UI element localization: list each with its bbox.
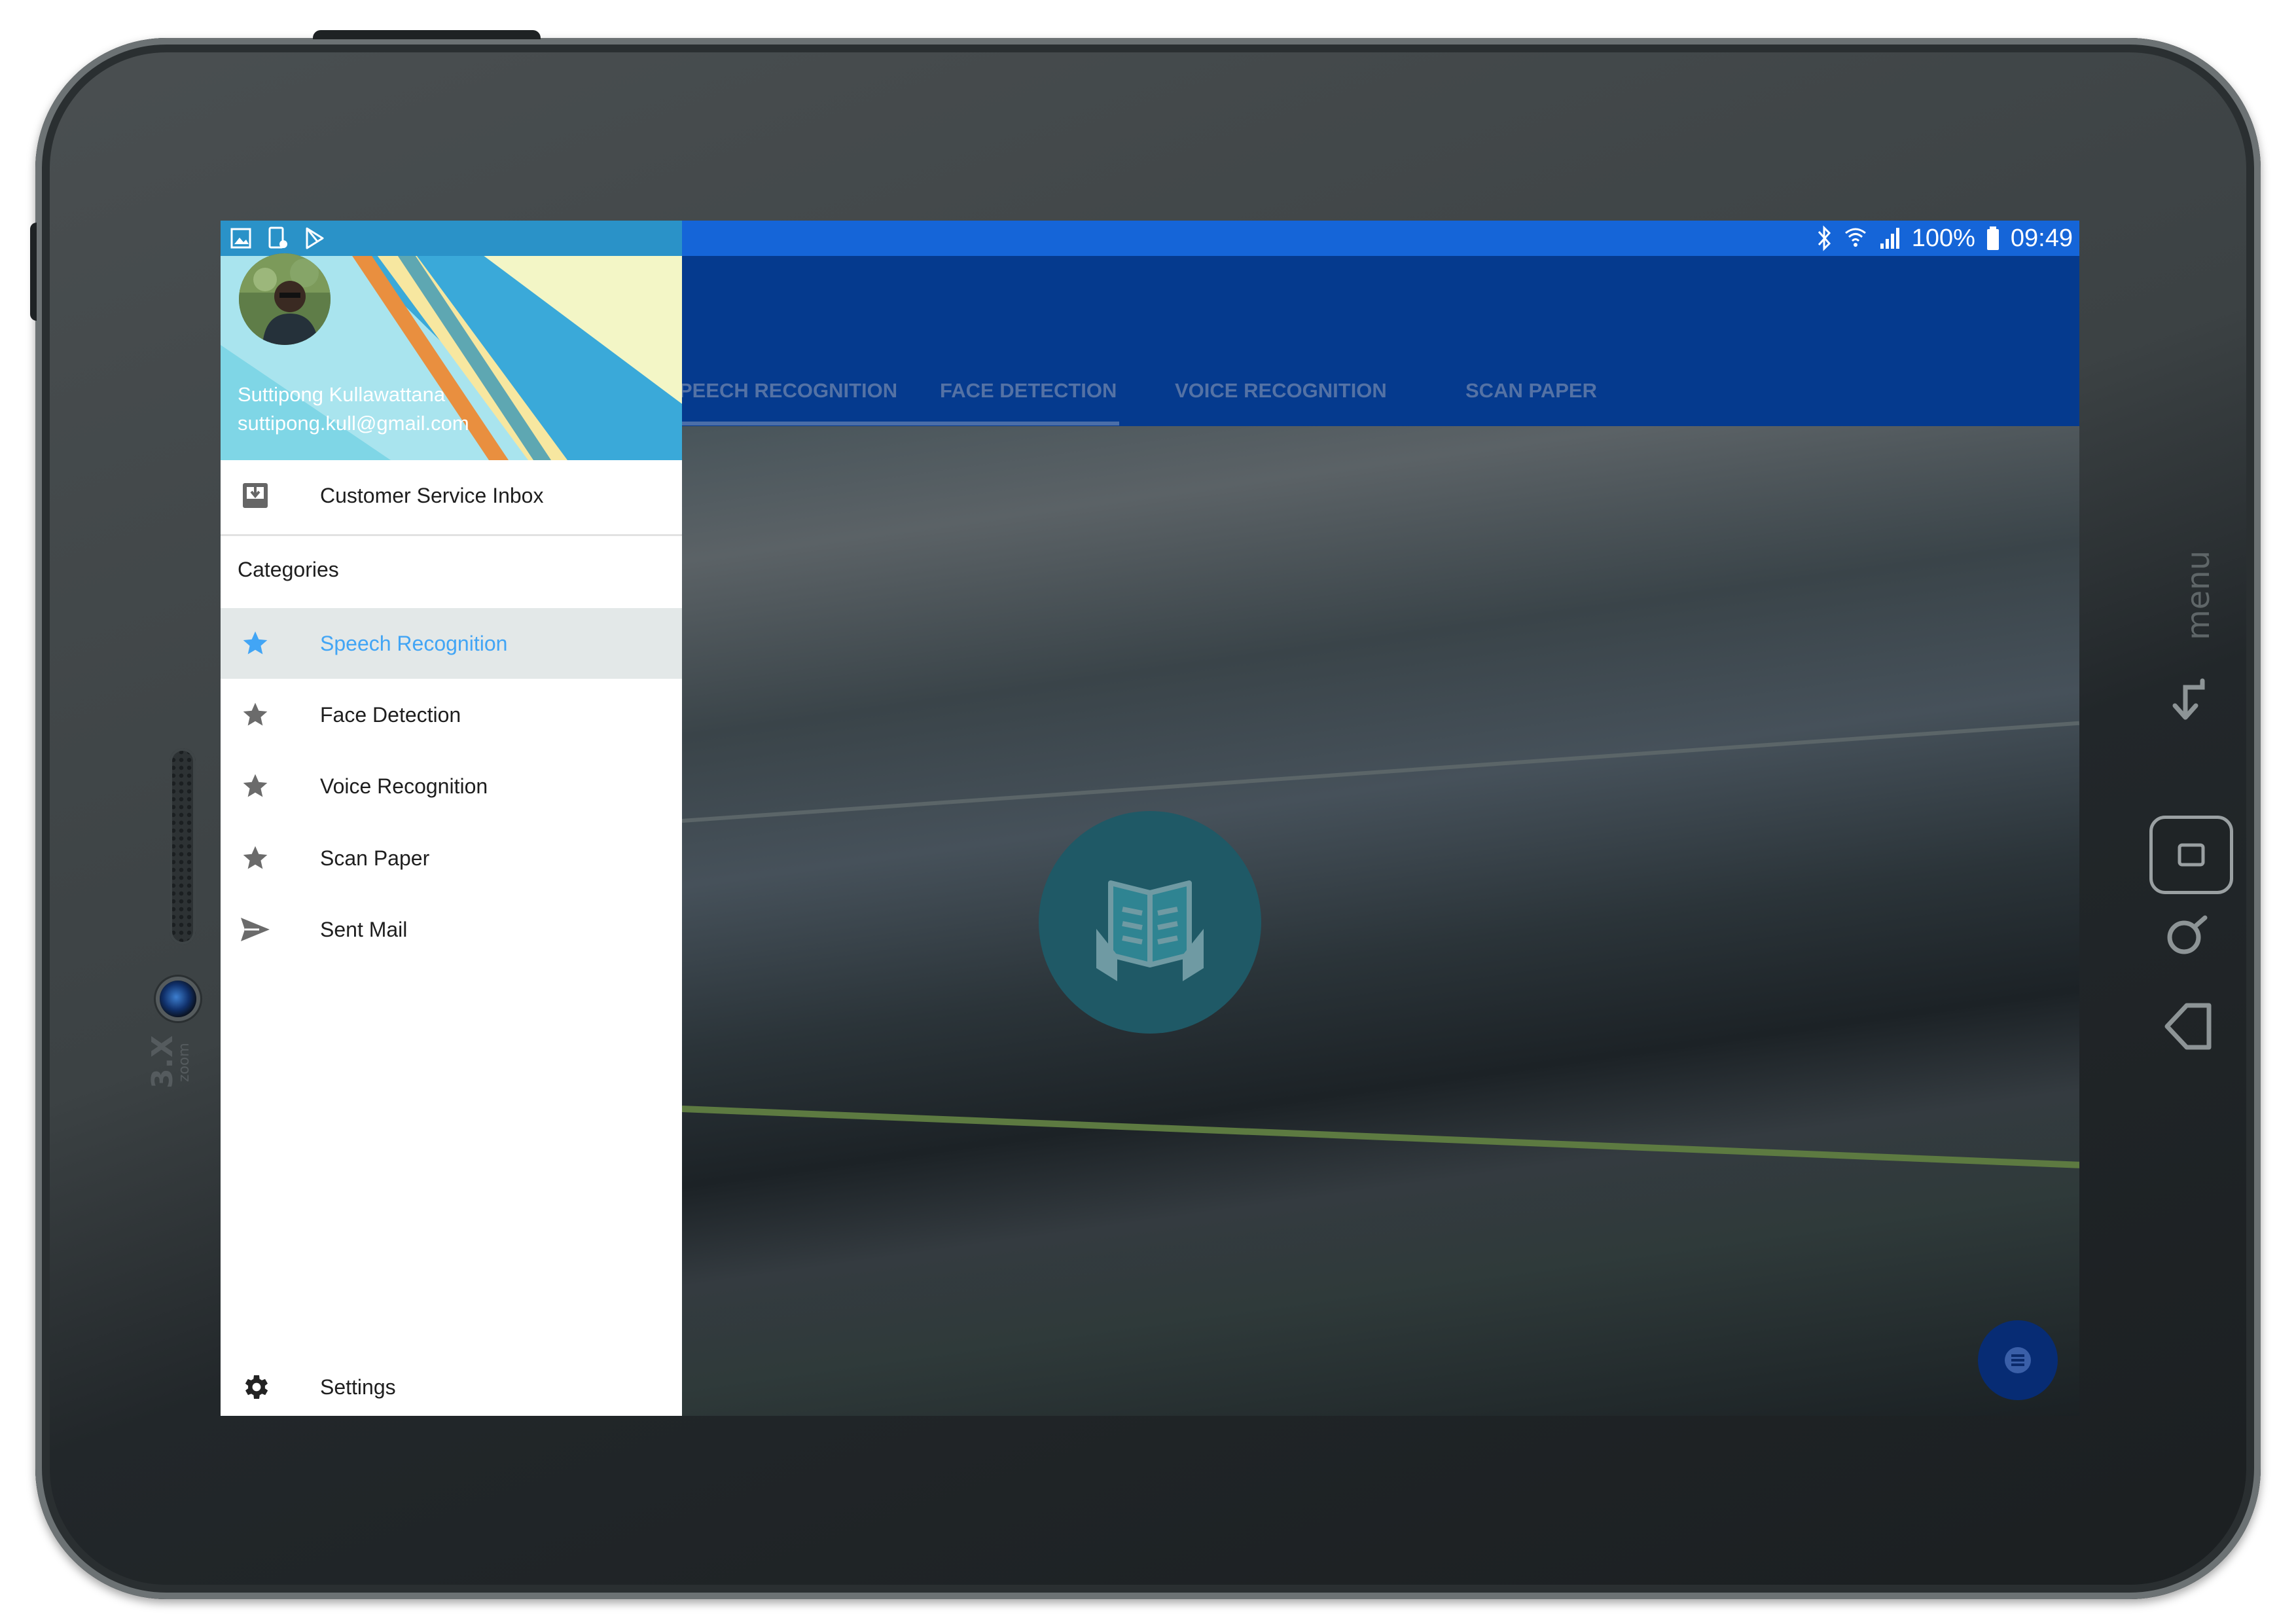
return-button[interactable]	[2149, 666, 2227, 732]
device-screen: 100% 09:49 PEECH RECOGNITION FACE DETECT…	[221, 221, 2079, 1416]
return-icon	[2172, 678, 2205, 720]
gear-icon	[239, 1371, 272, 1403]
drawer-item-inbox[interactable]: Customer Service Inbox	[221, 460, 682, 531]
star-icon	[239, 698, 272, 731]
gallery-icon	[230, 228, 251, 249]
drawer-item-label: Settings	[320, 1375, 396, 1399]
user-email: suttipong.kull@gmail.com	[238, 412, 469, 435]
drawer-item-label: Speech Recognition	[320, 631, 508, 655]
back-icon	[2164, 1003, 2212, 1050]
battery-icon	[1986, 226, 1999, 250]
menu-label: menu	[2180, 550, 2217, 640]
drawer-item-speech-recognition[interactable]: Speech Recognition	[221, 608, 682, 679]
drawer-item-face-detection[interactable]: Face Detection	[221, 679, 682, 750]
drawer-item-settings[interactable]: Settings	[221, 1358, 682, 1416]
drawer-item-voice-recognition[interactable]: Voice Recognition	[221, 751, 682, 821]
background-stripe	[681, 1106, 2079, 1168]
drawer-item-label: Sent Mail	[320, 917, 408, 941]
tab-scan-paper[interactable]: SCAN PAPER	[1465, 361, 1597, 421]
volume-button[interactable]	[30, 223, 37, 321]
home-icon	[2178, 843, 2205, 867]
tab-voice-recognition[interactable]: VOICE RECOGNITION	[1175, 361, 1387, 421]
wifi-icon	[1844, 228, 1866, 247]
drawer-item-label: Scan Paper	[320, 846, 430, 870]
search-hw-button[interactable]	[2149, 903, 2227, 969]
clock: 09:49	[2010, 224, 2073, 252]
play-store-icon	[306, 227, 324, 249]
drawer-status-strip	[221, 221, 682, 256]
avatar[interactable]	[239, 253, 331, 345]
list-icon	[2005, 1347, 2031, 1373]
star-icon	[239, 770, 272, 803]
tab-face-detection[interactable]: FACE DETECTION	[940, 361, 1117, 421]
drawer-item-label: Customer Service Inbox	[320, 483, 544, 507]
zoom-logo-small: zoom	[176, 1043, 192, 1082]
newspaper-reading-icon	[1096, 880, 1204, 981]
back-button[interactable]	[2149, 990, 2227, 1062]
drawer-header: Suttipong Kullawattana suttipong.kull@gm…	[221, 221, 682, 460]
profile-photo	[239, 253, 331, 345]
send-icon	[239, 913, 272, 946]
battery-percent: 100%	[1911, 224, 1975, 252]
bluetooth-icon	[1818, 225, 1831, 251]
inbox-download-icon	[239, 479, 272, 512]
scan-newspaper-button[interactable]	[1039, 811, 1261, 1034]
screenshot-icon	[268, 226, 287, 249]
star-icon	[239, 842, 272, 875]
power-button[interactable]	[313, 30, 541, 39]
star-icon	[239, 627, 272, 660]
camera-lens-icon	[160, 981, 196, 1017]
drawer-item-sent-mail[interactable]: Sent Mail	[221, 894, 682, 965]
menu-fab-button[interactable]	[1978, 1320, 2058, 1400]
zoom-logo: 3.X zoom	[146, 1035, 207, 1089]
tab-speech-recognition[interactable]: PEECH RECOGNITION	[679, 361, 897, 421]
categories-heading: Categories	[238, 558, 339, 581]
drawer-item-label: Face Detection	[320, 702, 461, 727]
home-button[interactable]	[2149, 816, 2233, 894]
speaker-grille	[170, 748, 196, 945]
zoom-logo-big: 3.X	[146, 1035, 179, 1089]
drawer-divider	[221, 534, 682, 536]
search-icon	[2167, 915, 2208, 954]
tab-indicator	[682, 422, 1119, 425]
background-page-edge	[681, 721, 2079, 823]
user-name: Suttipong Kullawattana	[238, 383, 446, 406]
drawer-item-label: Voice Recognition	[320, 774, 488, 798]
navigation-drawer: Suttipong Kullawattana suttipong.kull@gm…	[221, 221, 682, 1416]
drawer-item-scan-paper[interactable]: Scan Paper	[221, 823, 682, 893]
signal-icon	[1880, 228, 1899, 249]
